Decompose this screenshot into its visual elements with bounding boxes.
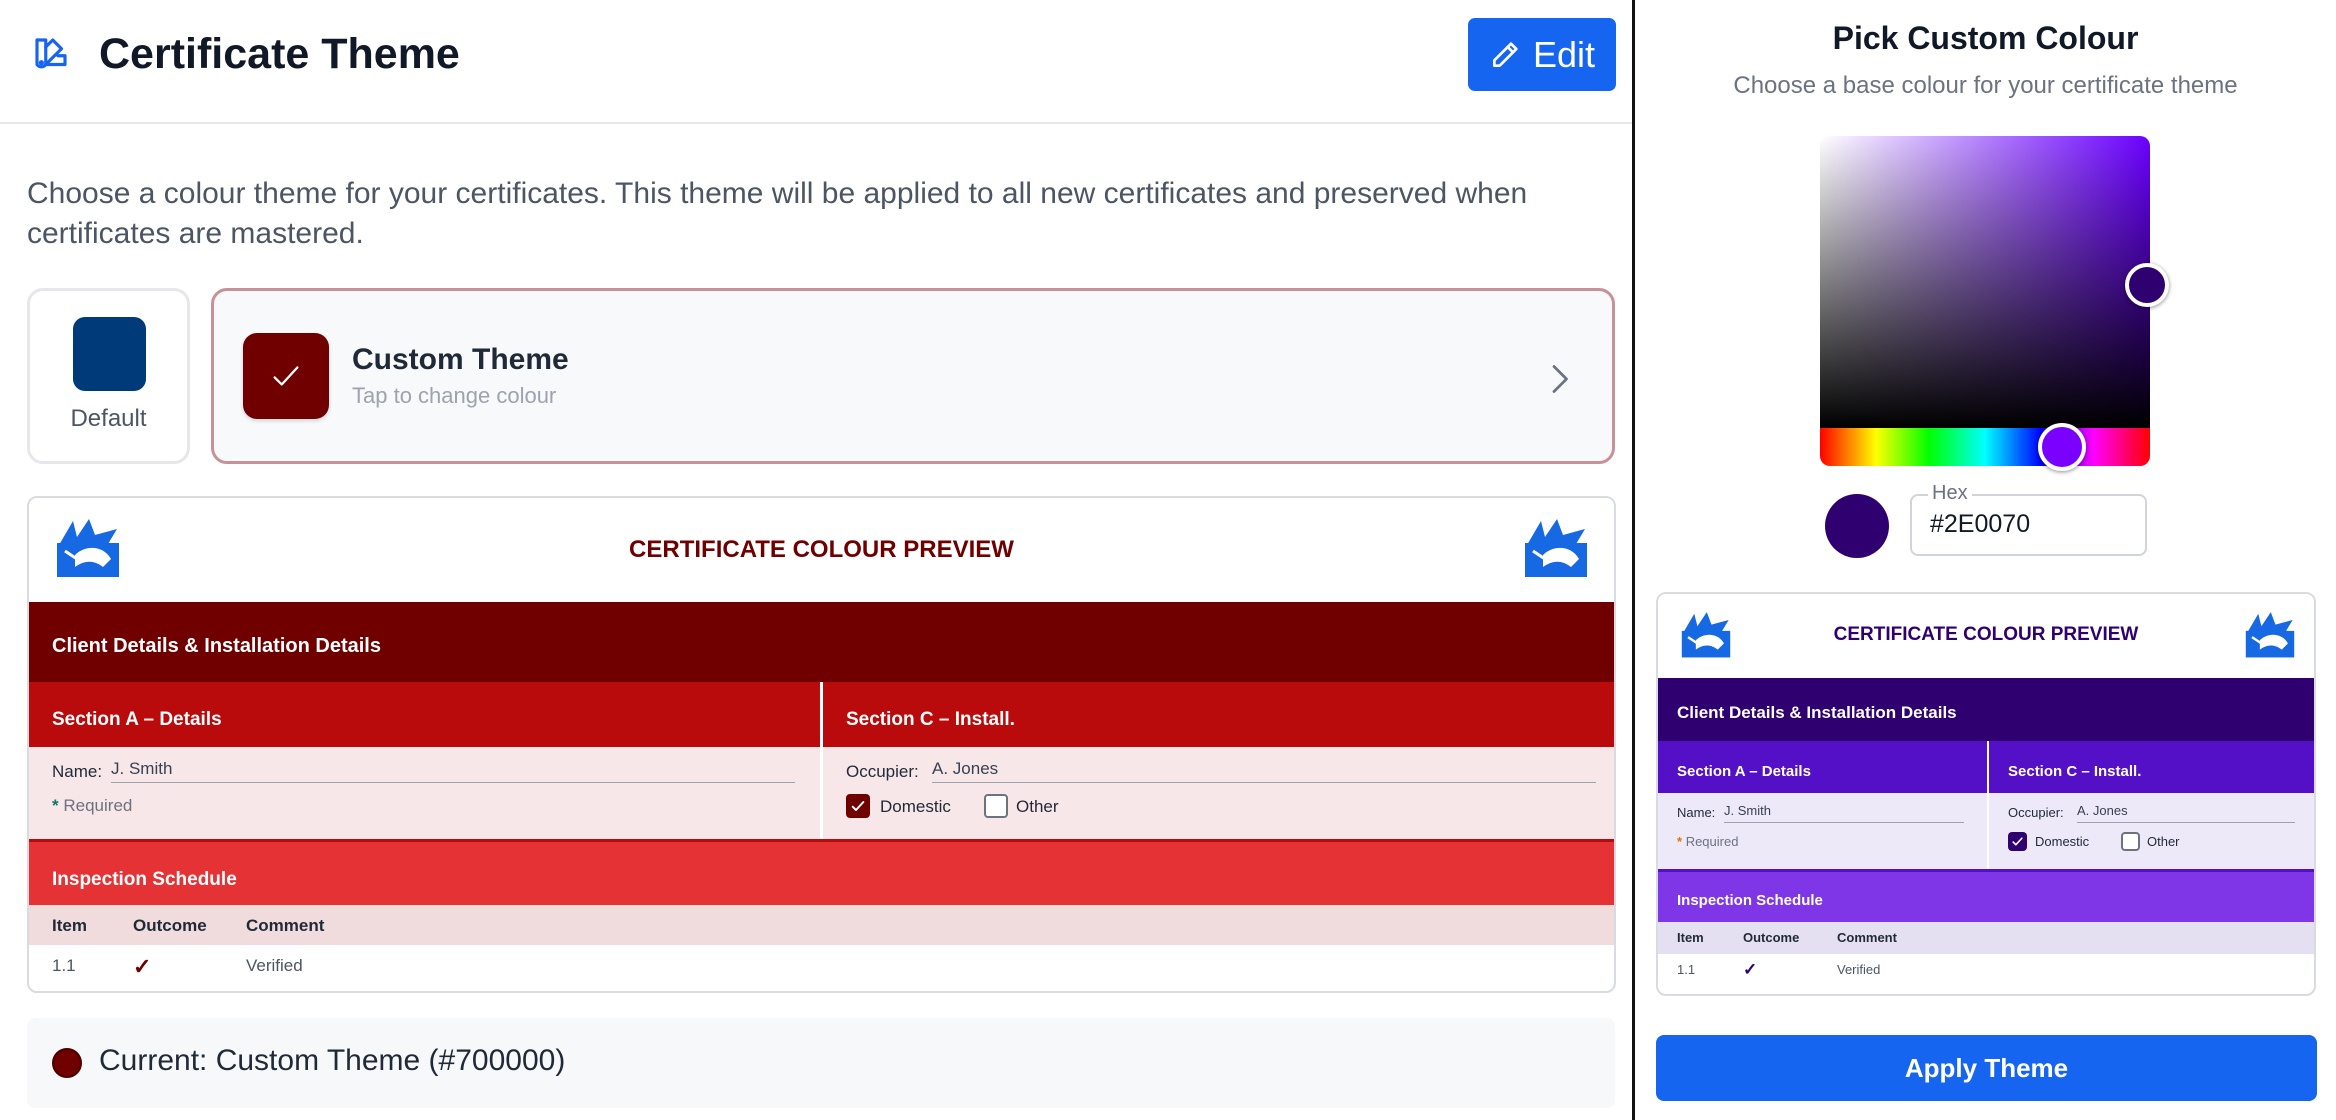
picker-subtitle: Choose a base colour for your certificat… [1733,72,2238,99]
column-header-item: Item [52,916,87,935]
current-theme-text: Current: Custom Theme (#700000) [99,1044,566,1077]
required-star: * [52,796,59,815]
section-divider [1987,741,1989,869]
name-label: Name: [1677,805,1716,820]
theme-settings-pane: Certificate Theme Edit Choose a colour t… [0,0,1632,1120]
inspection-schedule-title: Inspection Schedule [52,869,237,890]
saturation-value-area[interactable] [1820,136,2150,428]
current-theme-swatch [52,1048,82,1078]
section-c-title: Section C – Install. [846,709,1015,730]
client-details-band: Client Details & Installation Details [29,602,1614,682]
pencil-icon [1492,41,1518,67]
required-text: Required [1685,834,1739,849]
default-theme-label: Default [70,405,147,432]
default-theme-swatch [73,317,146,391]
inspection-schedule-band: Inspection Schedule [1658,869,2314,922]
hue-slider[interactable] [1820,428,2150,466]
required-star: * [1677,834,1683,849]
occupier-value: A. Jones [2077,803,2128,818]
certificate-preview-title: CERTIFICATE COLOUR PREVIEW [629,536,1014,563]
column-header-outcome: Outcome [1743,930,1800,945]
table-cell-outcome: ✓ [133,954,152,979]
edit-button-label: Edit [1532,33,1596,75]
certificate-preview-title: CERTIFICATE COLOUR PREVIEW [1833,624,2139,645]
section-c-header: Section C – Install. [823,682,1614,747]
inspection-schedule-band: Inspection Schedule [29,839,1614,905]
current-theme-bar: Current: Custom Theme (#700000) [27,1018,1615,1108]
hex-input[interactable] [1930,510,2130,539]
checkmark-icon [273,366,299,386]
page-title: Certificate Theme [99,30,460,78]
colour-picker-panel: Pick Custom Colour Choose a base colour … [1635,0,2336,1120]
domestic-label: Domestic [880,797,951,816]
column-header-comment: Comment [1837,930,1897,945]
default-theme-option[interactable]: Default [27,288,190,464]
name-value: J. Smith [1724,803,1771,818]
client-details-title: Client Details & Installation Details [1677,703,1957,722]
table-cell-item: 1.1 [52,956,76,975]
occupier-label: Occupier: [846,762,919,781]
domestic-label: Domestic [2035,834,2090,849]
required-note: * Required [52,796,132,816]
name-value: J. Smith [111,759,173,778]
table-cell-item: 1.1 [1677,962,1696,977]
custom-theme-subtitle: Tap to change colour [352,383,557,408]
section-a-header: Section A – Details [29,682,820,747]
picker-title: Pick Custom Colour [1832,20,2139,56]
inspection-schedule-title: Inspection Schedule [1677,892,1823,909]
name-label: Name: [52,762,103,781]
required-text: Required [63,796,133,815]
hex-field[interactable]: Hex [1910,482,2147,556]
section-c-header: Section C – Install. [1989,741,2314,793]
chevron-right-icon [1552,365,1568,393]
custom-theme-option[interactable]: Custom Theme Tap to change colour [211,288,1615,464]
client-details-band: Client Details & Installation Details [1658,678,2314,741]
checkmark-icon [851,801,865,811]
other-label: Other [2147,834,2180,849]
selected-colour-swatch [1825,494,1889,558]
required-note: * Required [1677,834,1738,849]
occupier-value: A. Jones [932,759,999,778]
custom-theme-swatch [243,333,329,419]
edit-button[interactable]: Edit [1468,18,1616,91]
apply-theme-button[interactable]: Apply Theme [1656,1035,2317,1101]
name-underline [1724,822,1964,823]
certificate-preview: CERTIFICATE COLOUR PREVIEW Client Detail… [27,496,1616,993]
occupier-underline [932,782,1596,783]
other-label: Other [1016,797,1059,816]
section-a-title: Section A – Details [52,709,222,730]
custom-theme-title: Custom Theme [352,343,569,376]
section-a-header: Section A – Details [1658,741,1987,793]
table-cell-outcome: ✓ [1743,960,1758,979]
palette-swatch-icon [35,38,67,69]
domestic-checkbox[interactable] [846,794,870,818]
section-c-title: Section C – Install. [2008,763,2142,780]
hex-label: Hex [1928,482,1972,505]
table-cell-comment: Verified [1837,962,1881,977]
occupier-underline [2077,822,2295,823]
column-header-item: Item [1677,930,1704,945]
other-checkbox[interactable] [984,794,1008,818]
column-header-outcome: Outcome [133,916,207,935]
certificate-preview-mini: CERTIFICATE COLOUR PREVIEW Client Detail… [1656,592,2316,996]
occupier-label: Occupier: [2008,805,2064,820]
intro-text: Choose a colour theme for your certifica… [27,177,1528,250]
section-a-title: Section A – Details [1677,763,1811,780]
section-divider [820,682,823,839]
app-root: Certificate Theme Edit Choose a colour t… [0,0,2336,1120]
other-checkbox[interactable] [2121,832,2140,851]
top-bar: Certificate Theme Edit [0,0,1632,124]
hue-slider-thumb[interactable] [2038,423,2086,471]
checkmark-icon [2012,837,2023,846]
client-details-title: Client Details & Installation Details [52,635,381,657]
name-underline [111,782,795,783]
domestic-checkbox[interactable] [2008,832,2027,851]
column-header-comment: Comment [246,916,325,935]
table-cell-comment: Verified [246,956,303,975]
saturation-value-thumb[interactable] [2125,263,2169,307]
